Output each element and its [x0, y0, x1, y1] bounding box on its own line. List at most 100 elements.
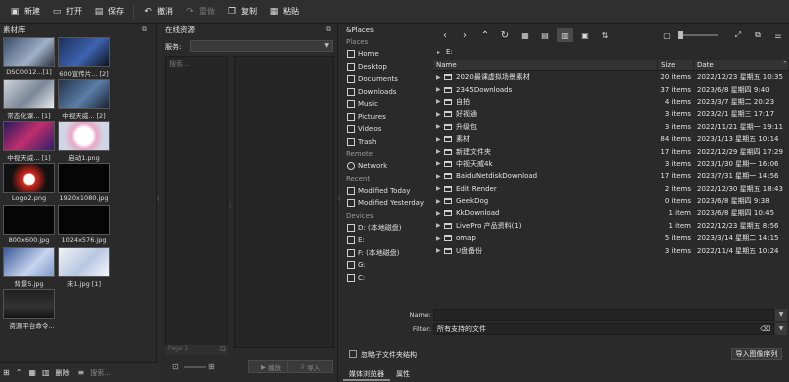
library-thumb[interactable]: Logo2.png: [3, 163, 55, 203]
service-select[interactable]: ▼: [190, 40, 333, 52]
expand-arrow-icon[interactable]: ▶: [436, 235, 444, 242]
panel-float-icon[interactable]: ⧉: [326, 25, 331, 34]
expand-arrow-icon[interactable]: ▶: [436, 86, 444, 93]
place-home[interactable]: Home: [343, 48, 432, 61]
back-icon[interactable]: ‹: [437, 28, 453, 42]
file-row[interactable]: ▶ U盘备份 3 items 2022/11/4 星期五 10:24: [433, 244, 789, 256]
expand-arrow-icon[interactable]: ▶: [436, 198, 444, 205]
device-c[interactable]: C:: [343, 272, 432, 285]
clear-icon[interactable]: ⌫: [760, 324, 770, 334]
restore-icon[interactable]: ⧉: [750, 28, 766, 42]
resource-list[interactable]: 搜索...: [165, 56, 228, 348]
expand-arrow-icon[interactable]: ▶: [436, 111, 444, 118]
device-e[interactable]: E:: [343, 234, 432, 247]
library-thumb[interactable]: 800x600.jpg: [3, 205, 55, 245]
expand-arrow-icon[interactable]: ▶: [436, 74, 444, 81]
preview-toggle-icon[interactable]: ▣: [577, 28, 593, 42]
library-thumb[interactable]: 中视天威... [2]: [58, 79, 110, 120]
library-thumb[interactable]: 未1.jpg [1]: [58, 247, 110, 288]
library-thumb[interactable]: 启动1.png: [58, 121, 110, 162]
file-row[interactable]: ▶ 新建文件夹 17 items 2022/12/29 星期四 17:29: [433, 145, 789, 157]
copy-button[interactable]: ❐ 复制: [221, 2, 263, 22]
redo-button[interactable]: ↷ 重做: [179, 2, 221, 22]
place-trash[interactable]: Trash: [343, 136, 432, 149]
zoom-slider[interactable]: [184, 366, 206, 368]
preview-size-icon[interactable]: ▢: [659, 28, 675, 42]
next-page-icon[interactable]: ⊡: [220, 345, 226, 353]
filter-input[interactable]: 所有支持的文件 ⌫: [433, 323, 774, 335]
place-music[interactable]: Music: [343, 98, 432, 111]
filter-dropdown-icon[interactable]: ▼: [775, 323, 787, 335]
expand-arrow-icon[interactable]: ▶: [436, 222, 444, 229]
scroll-up-icon[interactable]: ⌃: [782, 60, 788, 68]
device-d[interactable]: D: (本地磁盘): [343, 222, 432, 235]
path-segment[interactable]: E:: [446, 48, 453, 56]
library-search-input[interactable]: 搜索...: [90, 368, 111, 378]
file-row[interactable]: ▶ 好视通 3 items 2023/2/1 星期三 17:17: [433, 108, 789, 120]
detail-view-icon[interactable]: ▥: [557, 28, 573, 42]
zoom-out-icon[interactable]: ⊡: [172, 362, 179, 371]
grid-view-icon[interactable]: ▦: [28, 368, 36, 377]
place-documents[interactable]: Documents: [343, 73, 432, 86]
column-name[interactable]: Name: [433, 59, 658, 71]
column-date[interactable]: Date: [694, 59, 789, 71]
device-g[interactable]: G:: [343, 259, 432, 272]
import-button[interactable]: ⇩ 导入: [287, 360, 333, 373]
delete-icon[interactable]: ▥: [42, 368, 50, 377]
ignore-subfolders-checkbox[interactable]: [349, 350, 357, 358]
library-thumb[interactable]: 1024x576.jpg: [58, 205, 110, 245]
zoom-in-icon[interactable]: ⊞: [208, 362, 215, 371]
import-sequence-button[interactable]: 导入图像序列: [731, 348, 782, 360]
options-icon[interactable]: ⚌: [770, 28, 786, 42]
paste-button[interactable]: ▦ 粘贴: [263, 2, 305, 22]
expand-arrow-icon[interactable]: ▶: [436, 173, 444, 180]
undo-button[interactable]: ↶ 撤消: [137, 2, 179, 22]
file-row[interactable]: ▶ 2020最课虚拟场景素材 20 items 2022/12/23 星期五 10:3…: [433, 71, 789, 83]
menu-icon[interactable]: ≡: [78, 368, 85, 377]
place-pictures[interactable]: Pictures: [343, 111, 432, 124]
place-desktop[interactable]: Desktop: [343, 61, 432, 74]
name-input[interactable]: [433, 309, 774, 321]
file-row[interactable]: ▶ 2345Downloads 37 items 2023/6/8 星期四 9:40: [433, 83, 789, 95]
expand-arrow-icon[interactable]: ▶: [436, 247, 444, 254]
page-field[interactable]: Page 1: [165, 345, 228, 355]
forward-icon[interactable]: ›: [457, 28, 473, 42]
library-thumb[interactable]: DSC0012...[1]: [3, 37, 55, 77]
slider-handle[interactable]: [678, 31, 683, 39]
panel-float-icon[interactable]: ⧉: [142, 25, 147, 34]
place-videos[interactable]: Videos: [343, 123, 432, 136]
column-size[interactable]: Size: [658, 59, 694, 71]
open-button[interactable]: ▭ 打开: [46, 2, 88, 22]
place-modified-today[interactable]: Modified Today: [343, 185, 432, 198]
file-row[interactable]: ▶ KkDownload 1 item 2023/6/8 星期四 10:45: [433, 207, 789, 219]
tab-media-browser[interactable]: 媒体浏览器: [343, 367, 390, 381]
expand-arrow-icon[interactable]: ▶: [436, 123, 444, 130]
compact-view-icon[interactable]: ▤: [537, 28, 553, 42]
place-network[interactable]: Network: [343, 160, 432, 173]
thumbnail-size-slider[interactable]: [678, 31, 718, 39]
device-f[interactable]: F: (本地磁盘): [343, 247, 432, 260]
save-button[interactable]: ▤ 保存: [88, 2, 130, 22]
tab-properties[interactable]: 属性: [390, 367, 416, 381]
expand-arrow-icon[interactable]: ▶: [436, 98, 444, 105]
up-icon[interactable]: ⌃: [477, 28, 493, 42]
file-row[interactable]: ▶ GeekDog 0 items 2023/6/8 星期四 9:38: [433, 195, 789, 207]
expand-arrow-icon[interactable]: ▶: [436, 210, 444, 217]
file-row[interactable]: ▶ 升级包 3 items 2022/11/21 星期一 19:11: [433, 121, 789, 133]
resource-search-input[interactable]: 搜索...: [169, 59, 190, 69]
file-row[interactable]: ▶ 中视天威4k 3 items 2023/1/30 星期一 16:06: [433, 158, 789, 170]
expand-arrow-icon[interactable]: ▶: [436, 160, 444, 167]
expand-arrow-icon[interactable]: ▶: [436, 148, 444, 155]
sort-icon[interactable]: ⇅: [597, 28, 613, 42]
file-row[interactable]: ▶ Edit Render 2 items 2022/12/30 星期五 18:43: [433, 183, 789, 195]
expand-arrow-icon[interactable]: ▶: [436, 136, 444, 143]
name-dropdown-icon[interactable]: ▼: [775, 309, 787, 321]
file-row[interactable]: ▶ 素材 84 items 2023/1/13 星期五 10:14: [433, 133, 789, 145]
library-thumb[interactable]: 常态化课... [1]: [3, 79, 55, 120]
new-button[interactable]: ▣ 新建: [4, 2, 46, 22]
icon-view-icon[interactable]: ▦: [517, 28, 533, 42]
file-row[interactable]: ▶ BaiduNetdiskDownload 17 items 2023/7/31 星…: [433, 170, 789, 182]
library-thumb[interactable]: 资源平台命令...: [3, 289, 61, 330]
file-row[interactable]: ▶ LivePro 产品资料(1) 1 item 2022/12/23 星期五 8:5…: [433, 220, 789, 232]
library-thumb[interactable]: 中视天威... [1]: [3, 121, 55, 162]
